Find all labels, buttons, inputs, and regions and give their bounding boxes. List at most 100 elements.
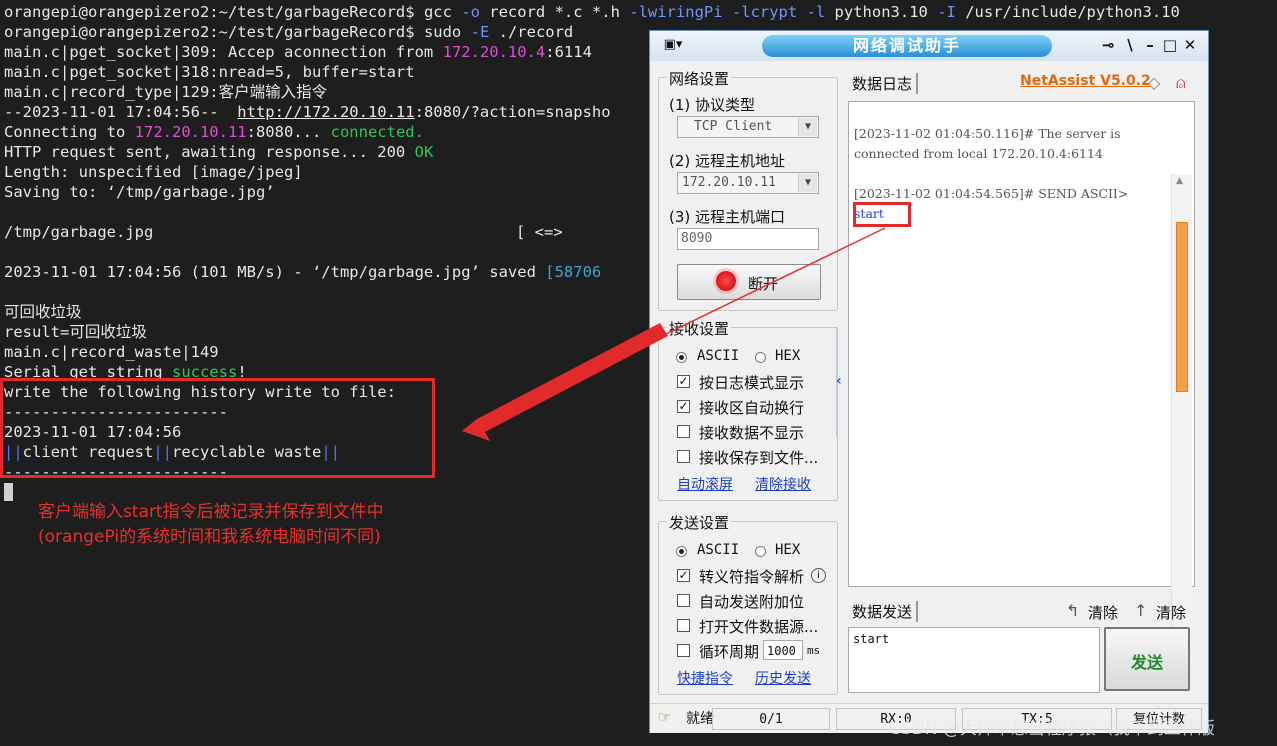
terminal-line: main.c|pget_socket|309: Accep aconnectio… (4, 42, 592, 62)
text: :8080... (246, 123, 331, 141)
flag: -E (470, 23, 490, 41)
tab-data-send[interactable]: 数据发送 (848, 601, 919, 622)
window-title: 网络调试助手 (852, 36, 961, 55)
text: 2023-11-01 17:04:56 (101 MB/s) - ‘/tmp/g… (4, 263, 546, 281)
escape-parse-checkbox[interactable]: ✓ (677, 569, 690, 582)
clear-send-button[interactable]: 清除 (1088, 602, 1118, 623)
clear-icon[interactable]: ↑ (1134, 601, 1147, 620)
progress-indicator: [ <=> (516, 223, 563, 241)
recv-autowrap-checkbox[interactable]: ✓ (677, 400, 690, 413)
recv-ascii-radio[interactable] (676, 352, 687, 363)
recv-save-file-checkbox[interactable] (677, 450, 690, 463)
recv-hide-checkbox[interactable] (677, 425, 690, 438)
command-args: python3.10 (825, 3, 938, 21)
url-link[interactable]: http://172.20.10.11 (237, 103, 414, 121)
help-icon[interactable]: \ (1120, 35, 1140, 55)
auto-append-checkbox[interactable] (677, 594, 690, 607)
period-input[interactable]: 1000 (763, 640, 803, 660)
hand-icon: ☞ (658, 708, 672, 726)
netassist-window[interactable]: ▣▾ 网络调试助手 ⊸ \ – □ ✕ 网络设置 (1) 协议类型 TCP Cl… (649, 30, 1209, 733)
chevron-down-icon[interactable]: ▼ (798, 174, 817, 192)
status-text: connected. (330, 123, 424, 141)
text: [58706 (545, 263, 602, 281)
title-pill: 网络调试助手 (762, 35, 1052, 57)
clear-icon[interactable]: ↰ (1066, 601, 1079, 620)
terminal-line: Length: unspecified [image/jpeg] (4, 163, 303, 181)
log-entry: connected from local 172.20.10.4:6114 (854, 146, 1103, 161)
auto-scroll-link[interactable]: 自动滚屏 (677, 474, 733, 494)
minimize-icon[interactable]: – (1140, 35, 1160, 55)
send-label: 发送 (1130, 653, 1163, 672)
loop-period-label: 循环周期 (699, 643, 760, 661)
send-history-link[interactable]: 历史发送 (755, 668, 811, 688)
protocol-select[interactable]: TCP Client ▼ (677, 116, 819, 138)
flag: -o (461, 3, 480, 21)
text: Connecting to (4, 123, 135, 141)
log-entry: [2023-11-02 01:04:54.565]# SEND ASCII> (854, 186, 1129, 201)
send-hex-label: HEX (775, 542, 801, 558)
recv-ascii-label: ASCII (697, 348, 740, 364)
clear-counter-button[interactable]: 清除 (1156, 602, 1186, 623)
record-dot-icon (716, 271, 736, 291)
app-menu-icon[interactable]: ▣▾ (658, 35, 688, 55)
quick-commands-link[interactable]: 快捷指令 (677, 668, 733, 688)
send-hex-radio[interactable] (755, 546, 766, 557)
diamond-icon[interactable]: ◇ (1148, 73, 1160, 92)
send-textarea[interactable]: start (848, 627, 1100, 693)
text: :8080/?action=snapsho (414, 103, 611, 121)
protocol-value: TCP Client (694, 119, 773, 134)
tab-data-log[interactable]: 数据日志 (848, 73, 919, 94)
flag: -lwiringPi -lcrypt -l (629, 3, 826, 21)
info-icon[interactable]: i (811, 568, 826, 583)
group-title: 网络设置 (667, 68, 732, 89)
scrollbar[interactable]: ▲ ▼ (1171, 174, 1192, 650)
port-input[interactable]: 8090 (677, 228, 819, 250)
annotation-text: 客户端输入start指令后被记录并保存到文件中 (orangePi的系统时间和我系… (38, 500, 384, 550)
text: main.c|pget_socket|309: Accep aconnectio… (4, 43, 443, 61)
loop-period-checkbox[interactable] (677, 644, 690, 657)
recv-log-mode-checkbox[interactable]: ✓ (677, 375, 690, 388)
recv-hex-label: HEX (775, 348, 801, 364)
status-count: 0/1 (712, 708, 830, 730)
close-icon[interactable]: ✕ (1180, 35, 1200, 55)
host-label: (2) 远程主机地址 (669, 152, 786, 170)
title-bar[interactable]: ▣▾ 网络调试助手 ⊸ \ – □ ✕ (650, 31, 1208, 61)
recv-autowrap-label: 接收区自动换行 (699, 399, 805, 417)
annotation-line: (orangePi的系统时间和我系统电脑时间不同) (38, 527, 381, 547)
terminal-line: main.c|record_waste|149 (4, 343, 219, 361)
bell-icon[interactable]: ⍝ (1176, 73, 1186, 93)
terminal-line: result=可回收垃圾 (4, 323, 147, 341)
prompt: orangepi@orangepizero2:~/test/garbageRec… (4, 3, 424, 21)
disconnect-button[interactable]: 断开 (677, 264, 821, 300)
receive-settings-group: 接收设置 ASCII HEX ✓ 按日志模式显示 ✓ 接收区自动换行 接收数据不… (658, 318, 838, 501)
protocol-label: (1) 协议类型 (669, 96, 756, 114)
text: :6114 (545, 43, 592, 61)
clear-receive-link[interactable]: 清除接收 (755, 474, 811, 494)
recv-save-file-label: 接收保存到文件... (699, 449, 819, 467)
highlight-box (853, 202, 911, 227)
host-select[interactable]: 172.20.10.11 ▼ (677, 172, 819, 194)
terminal-line: main.c|record_type|129:客户端输入指令 (4, 83, 328, 101)
send-settings-group: 发送设置 ASCII HEX ✓ 转义符指令解析 i 自动发送附加位 打开文件数… (658, 512, 838, 695)
terminal-line: --2023-11-01 17:04:56-- http://172.20.10… (4, 102, 611, 122)
ip-address: 172.20.10.11 (134, 123, 247, 141)
auto-append-label: 自动发送附加位 (699, 593, 805, 611)
annotation-line: 客户端输入start指令后被记录并保存到文件中 (38, 502, 384, 522)
version-link[interactable]: NetAssist V5.0.2 (1020, 73, 1151, 89)
receive-log-panel[interactable]: [2023-11-02 01:04:50.116]# The server is… (848, 101, 1195, 650)
collapse-arrow-icon[interactable]: ‹ (836, 373, 842, 389)
maximize-icon[interactable]: □ (1160, 35, 1180, 55)
terminal-line: 可回收垃圾 (4, 303, 82, 321)
terminal-line: orangepi@orangepizero2:~/test/garbageRec… (4, 2, 1180, 22)
send-ascii-radio[interactable] (676, 546, 687, 557)
send-button[interactable]: 发送 (1104, 627, 1190, 691)
log-entry: [2023-11-02 01:04:50.116]# The server is (854, 126, 1121, 141)
chevron-down-icon[interactable]: ▼ (798, 118, 817, 136)
file-source-checkbox[interactable] (677, 619, 690, 632)
recv-hex-radio[interactable] (755, 352, 766, 363)
scrollbar-thumb[interactable] (1176, 222, 1188, 392)
scroll-up-icon[interactable]: ▲ (1176, 176, 1183, 186)
pin-icon[interactable]: ⊸ (1098, 35, 1118, 55)
port-label: (3) 远程主机端口 (669, 208, 786, 226)
flag: -I (937, 3, 956, 21)
